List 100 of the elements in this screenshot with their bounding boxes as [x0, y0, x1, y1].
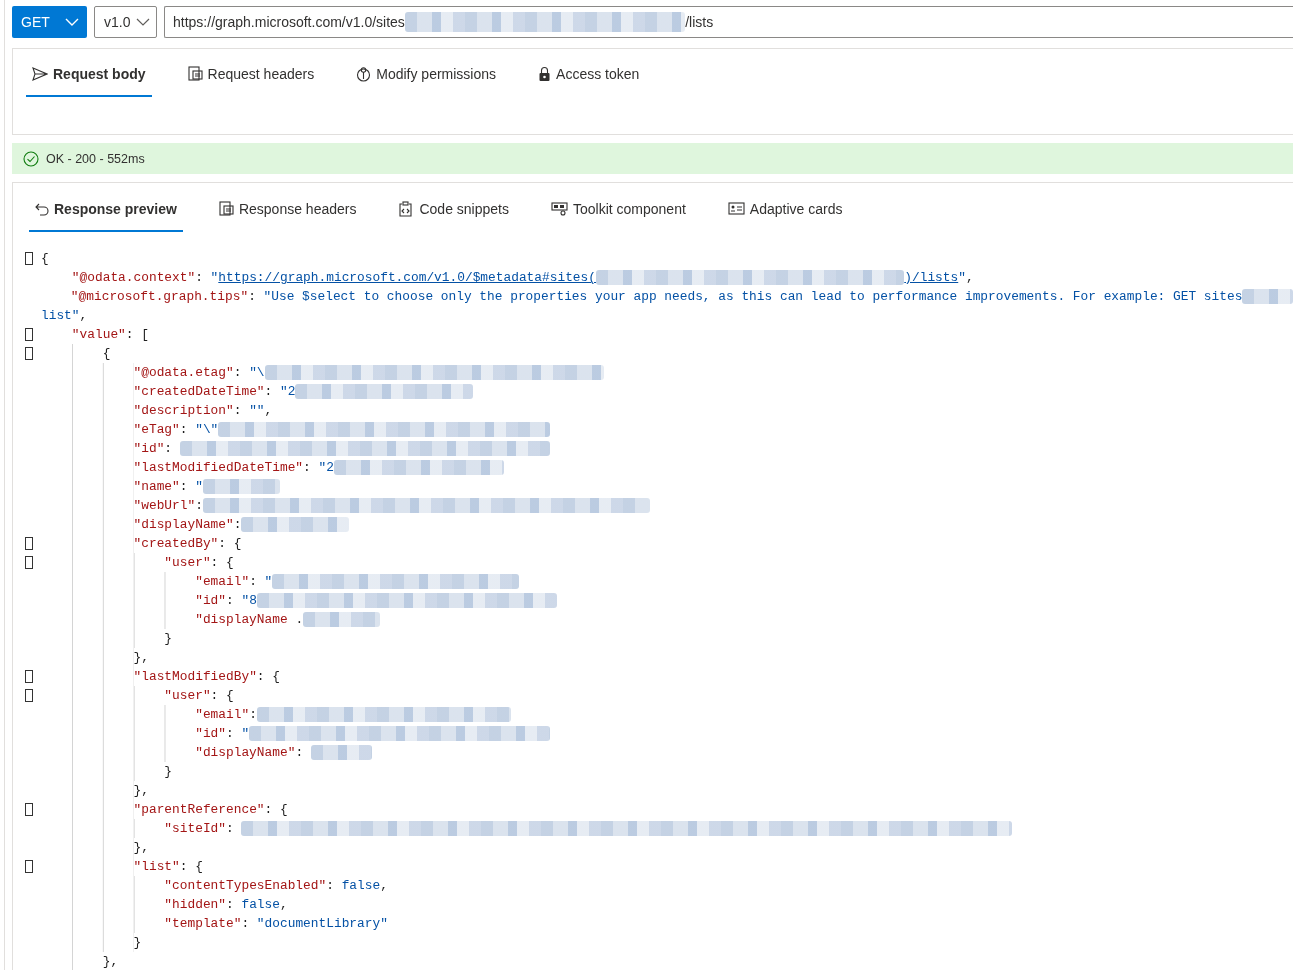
code-text: "id": [133, 440, 165, 458]
version-dropdown[interactable]: v1.0: [94, 6, 157, 38]
code-text: : {: [210, 554, 234, 572]
code-text: :: [249, 573, 258, 591]
code-text: "webUrl": [133, 497, 196, 515]
code-text: {: [102, 345, 111, 363]
code-text: "createdDateTime": [133, 383, 265, 401]
code-text: },: [133, 839, 149, 857]
redaction-blur: [310, 745, 373, 760]
code-text: ": [958, 269, 966, 287]
code-text: "user": [164, 554, 211, 572]
lock-icon: [538, 65, 552, 82]
code-text: },: [133, 649, 149, 667]
code-text: "8: [241, 592, 257, 610]
code-text: "\": [195, 421, 219, 439]
code-text: ,: [965, 269, 974, 287]
tab[interactable]: Request headers: [181, 51, 321, 97]
tab[interactable]: Request body: [26, 51, 152, 97]
code-text: "user": [164, 687, 211, 705]
code-text: "\: [249, 364, 265, 382]
code-text: },: [102, 953, 119, 970]
code-text: "@odata.etag": [133, 364, 234, 382]
code-text: "email": [195, 573, 250, 591]
document-icon: [218, 200, 234, 217]
code-text: "lastModifiedDateTime": [133, 459, 304, 477]
tab[interactable]: Response preview: [29, 186, 183, 232]
code-text: "id": [195, 725, 226, 743]
code-text: "name": [133, 478, 180, 496]
code-text: list": [41, 307, 80, 325]
code-text: ,: [280, 896, 288, 914]
fold-marker[interactable]: [25, 537, 33, 550]
clipboard-code-icon: [398, 200, 415, 217]
code-text: ,: [264, 402, 273, 420]
fold-marker[interactable]: [25, 689, 33, 702]
code-text: "eTag": [133, 421, 180, 439]
code-text: ": [210, 269, 219, 287]
link[interactable]: https://graph.microsoft.com/v1.0/$metadata#sites(: [218, 268, 596, 287]
code-text: : {: [210, 687, 234, 705]
fold-marker[interactable]: [25, 556, 33, 569]
fold-marker[interactable]: [25, 252, 33, 265]
fold-marker[interactable]: [25, 670, 33, 683]
code-text: "parentReference": [133, 801, 265, 819]
send-icon: [32, 66, 48, 81]
code-text: }: [164, 763, 173, 781]
tab[interactable]: Modify permissions: [350, 51, 503, 97]
code-text: :: [249, 706, 257, 724]
tab[interactable]: Toolkit component: [545, 186, 692, 232]
code-text: "id": [195, 592, 226, 610]
code-text: ,: [79, 307, 88, 325]
fold-marker[interactable]: [25, 803, 33, 816]
fold-marker[interactable]: [25, 860, 33, 873]
code-text: :: [179, 478, 189, 496]
card-icon: [727, 202, 745, 215]
code-text: "lastModifiedBy": [133, 668, 257, 686]
code-text: :: [241, 915, 251, 933]
code-text: : {: [256, 668, 280, 686]
tab[interactable]: Access token: [532, 51, 646, 97]
code-text: "2: [318, 459, 334, 477]
link[interactable]: )/lists: [904, 268, 959, 287]
code-text: {: [41, 250, 49, 268]
code-text: "2: [279, 383, 296, 401]
code-text: ": [264, 573, 273, 591]
code-text: : [: [125, 326, 149, 344]
code-text: .: [294, 611, 304, 629]
code-text: "displayName": [195, 744, 296, 762]
code-text: ,: [380, 877, 388, 895]
code-text: :: [226, 896, 235, 914]
code-text: "email": [195, 706, 250, 724]
code-text: : {: [218, 535, 242, 553]
code-text: "": [249, 402, 265, 420]
document-icon: [187, 65, 203, 82]
code-text: ": [241, 725, 250, 743]
code-text: "siteId": [164, 820, 226, 838]
code-text: "template": [164, 915, 242, 933]
code-text: "createdBy": [133, 535, 219, 553]
code-text: :: [303, 459, 312, 477]
code-text: :: [226, 725, 235, 743]
tab[interactable]: Response headers: [212, 186, 363, 232]
code-text: :: [226, 592, 235, 610]
tab[interactable]: Code snippets: [392, 186, 515, 232]
code-text: }: [164, 630, 173, 648]
fold-marker[interactable]: [25, 328, 33, 341]
url-field[interactable]: https://graph.microsoft.com/v1.0/sites /lists: [164, 6, 1293, 38]
code-text: "contentTypesEnabled": [164, 877, 327, 895]
chevron-down-icon: [136, 18, 150, 26]
tab[interactable]: Adaptive cards: [721, 186, 849, 232]
code-text: "Use $select to choose only the properties your app needs, as this can lead to performance improvements. For example: GET sites: [263, 288, 1243, 306]
code-text: :: [195, 269, 204, 287]
code-text: : {: [264, 801, 288, 819]
fold-marker[interactable]: [25, 347, 33, 360]
status-text: OK - 200 - 552ms: [46, 151, 145, 166]
code-text: "@microsoft.graph.tips": [70, 288, 249, 306]
code-text: :: [195, 497, 203, 515]
code-text: false: [241, 896, 280, 914]
code-text: :: [226, 820, 235, 838]
redaction-blur: [1242, 289, 1293, 304]
code-text: ": [195, 478, 203, 496]
code-text: :: [295, 744, 305, 762]
method-dropdown[interactable]: GET: [12, 6, 87, 38]
code-text: "@odata.context": [71, 269, 196, 287]
